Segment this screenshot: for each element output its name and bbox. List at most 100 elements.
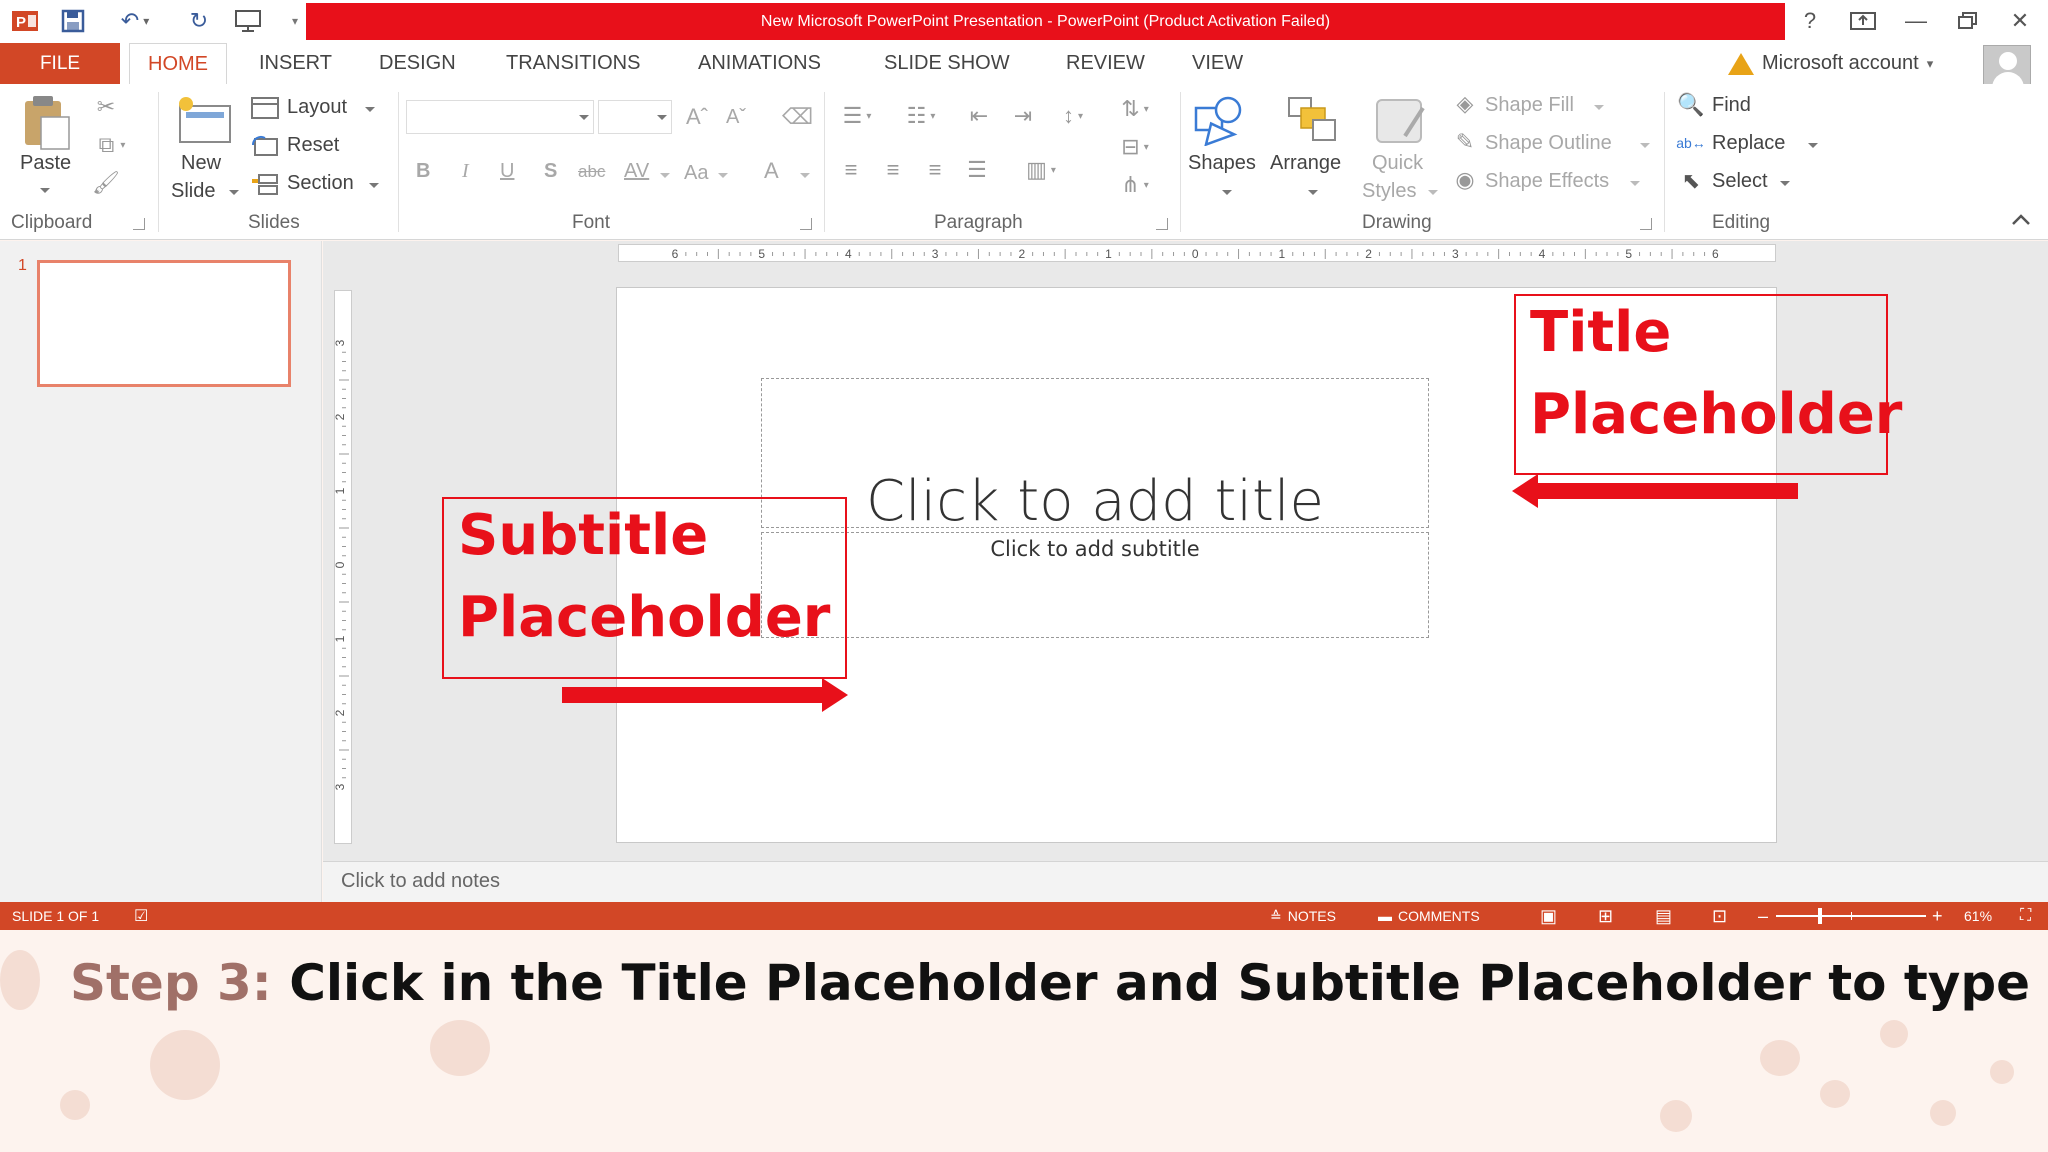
save-icon[interactable] (58, 6, 88, 36)
arrange-button[interactable]: Arrange (1270, 152, 1341, 175)
spell-check-icon[interactable]: ☑ (134, 902, 148, 930)
convert-smartart-icon[interactable]: ⋔ ▾ (1112, 170, 1158, 200)
strikethrough-button[interactable]: abc (578, 162, 605, 182)
zoom-slider[interactable] (1776, 908, 1926, 924)
section-button[interactable]: Section (287, 172, 354, 195)
comments-button[interactable]: ▬ COMMENTS (1378, 902, 1480, 930)
align-center-icon[interactable]: ≡ (876, 157, 910, 182)
ribbon-display-options-icon[interactable] (1843, 6, 1883, 36)
reset-button[interactable]: Reset (287, 134, 339, 157)
align-text-icon[interactable]: ⊟ ▾ (1112, 132, 1158, 162)
help-icon[interactable]: ? (1790, 6, 1830, 36)
shapes-icon[interactable] (1190, 92, 1250, 148)
shape-fill-button[interactable]: Shape Fill (1485, 94, 1574, 117)
zoom-level[interactable]: 61% (1964, 902, 1992, 930)
shrink-font-icon[interactable]: Aˇ (726, 106, 746, 129)
find-icon: 🔍 (1677, 92, 1705, 117)
new-slide-icon[interactable] (175, 94, 235, 148)
grow-font-icon[interactable]: Aˆ (686, 104, 708, 130)
tab-review[interactable]: REVIEW (1066, 43, 1145, 84)
italic-button[interactable]: I (462, 160, 469, 183)
undo-icon[interactable]: ↶ ▾ (110, 6, 160, 36)
copy-icon[interactable]: ⧉ ▾ (92, 132, 132, 158)
increase-indent-icon[interactable]: ⇥ (1006, 103, 1040, 128)
change-case-button[interactable]: Aa (684, 162, 708, 185)
numbering-icon[interactable]: ☷ ▾ (896, 103, 946, 128)
fit-to-window-icon[interactable]: ⛶ (2020, 902, 2031, 930)
ruler-h-label: 1 (1105, 247, 1112, 261)
zoom-in-icon[interactable]: + (1932, 902, 1943, 930)
text-direction-icon[interactable]: ⇅ ▾ (1112, 94, 1158, 124)
notes-pane[interactable]: Click to add notes (323, 861, 2048, 902)
slideshow-view-icon[interactable]: ⊡ (1712, 902, 1727, 930)
decrease-indent-icon[interactable]: ⇤ (962, 103, 996, 128)
normal-view-icon[interactable]: ▣ (1540, 902, 1557, 930)
bold-button[interactable]: B (416, 160, 430, 183)
paste-button[interactable]: Paste (20, 152, 71, 175)
presentation-icon[interactable] (234, 6, 264, 36)
select-button[interactable]: Select (1712, 170, 1768, 193)
avatar[interactable] (1983, 45, 2031, 90)
character-spacing-button[interactable]: AV (624, 160, 649, 183)
minimize-icon[interactable]: — (1896, 6, 1936, 36)
columns-icon[interactable]: ▥ ▾ (1014, 157, 1068, 182)
replace-button[interactable]: Replace (1712, 132, 1785, 155)
collapse-ribbon-icon[interactable] (2006, 208, 2036, 232)
slide-sorter-icon[interactable]: ⊞ (1598, 902, 1613, 930)
comments-label: COMMENTS (1398, 908, 1480, 924)
paragraph-launcher-icon[interactable] (1156, 218, 1168, 230)
comments-icon: ▬ (1378, 908, 1392, 924)
drawing-launcher-icon[interactable] (1640, 218, 1652, 230)
find-button[interactable]: Find (1712, 94, 1751, 117)
paste-icon[interactable] (18, 92, 74, 152)
account-menu[interactable]: Microsoft account ▾ (1728, 43, 1933, 84)
reading-view-icon[interactable]: ▤ (1655, 902, 1672, 930)
shape-effects-button[interactable]: Shape Effects (1485, 170, 1609, 193)
shape-outline-button[interactable]: Shape Outline (1485, 132, 1612, 155)
tab-insert[interactable]: INSERT (259, 43, 332, 84)
close-icon[interactable]: ✕ (2000, 6, 2040, 36)
vertical-ruler: 3 2 1 0 1 2 3 (334, 290, 352, 844)
align-left-icon[interactable]: ≡ (834, 157, 868, 182)
line-spacing-icon[interactable]: ↕ ▾ (1050, 103, 1096, 128)
tab-design[interactable]: DESIGN (379, 43, 456, 84)
tab-transitions[interactable]: TRANSITIONS (506, 43, 640, 84)
subtitle-placeholder[interactable]: Click to add subtitle (761, 532, 1429, 638)
ruler-h-label: 3 (932, 247, 939, 261)
notes-button[interactable]: ≙ NOTES (1270, 902, 1336, 930)
tab-file[interactable]: FILE (0, 43, 120, 84)
zoom-slider-thumb[interactable] (1818, 908, 1822, 924)
tab-animations[interactable]: ANIMATIONS (698, 43, 821, 84)
underline-button[interactable]: U (500, 160, 514, 183)
title-placeholder[interactable]: Click to add title (761, 378, 1429, 534)
slide-thumbnail[interactable] (37, 260, 291, 387)
format-painter-icon[interactable]: 🖌 (92, 170, 120, 196)
redo-icon[interactable]: ↻ (184, 6, 214, 36)
font-launcher-icon[interactable] (800, 218, 812, 230)
section-icon (250, 172, 280, 196)
tab-slide-show[interactable]: SLIDE SHOW (884, 43, 1010, 84)
layout-button[interactable]: Layout (287, 96, 347, 119)
cut-icon[interactable]: ✂ (92, 94, 120, 120)
zoom-out-icon[interactable]: – (1758, 902, 1768, 930)
clear-formatting-icon[interactable]: ⌫ (782, 104, 813, 130)
text-shadow-button[interactable]: S (544, 160, 557, 183)
font-color-button[interactable]: A (764, 158, 779, 184)
new-slide-button[interactable]: New (181, 152, 221, 175)
quick-styles-icon[interactable] (1372, 92, 1430, 148)
quick-styles-button[interactable]: Quick (1372, 152, 1423, 175)
arrange-icon[interactable] (1284, 92, 1342, 148)
font-size-combo[interactable] (598, 100, 672, 134)
quick-styles-button-line2[interactable]: Styles (1362, 180, 1416, 203)
new-slide-button-line2[interactable]: Slide (171, 180, 215, 203)
font-name-combo[interactable] (406, 100, 594, 134)
bullets-icon[interactable]: ☰ ▾ (834, 103, 880, 128)
justify-icon[interactable]: ☰ (960, 157, 994, 182)
restore-icon[interactable] (1948, 6, 1988, 36)
tab-home[interactable]: HOME (129, 43, 227, 85)
notes-icon: ≙ (1270, 907, 1282, 924)
tab-view[interactable]: VIEW (1192, 43, 1243, 84)
shapes-button[interactable]: Shapes (1188, 152, 1256, 175)
align-right-icon[interactable]: ≡ (918, 157, 952, 182)
clipboard-launcher-icon[interactable] (133, 218, 145, 230)
